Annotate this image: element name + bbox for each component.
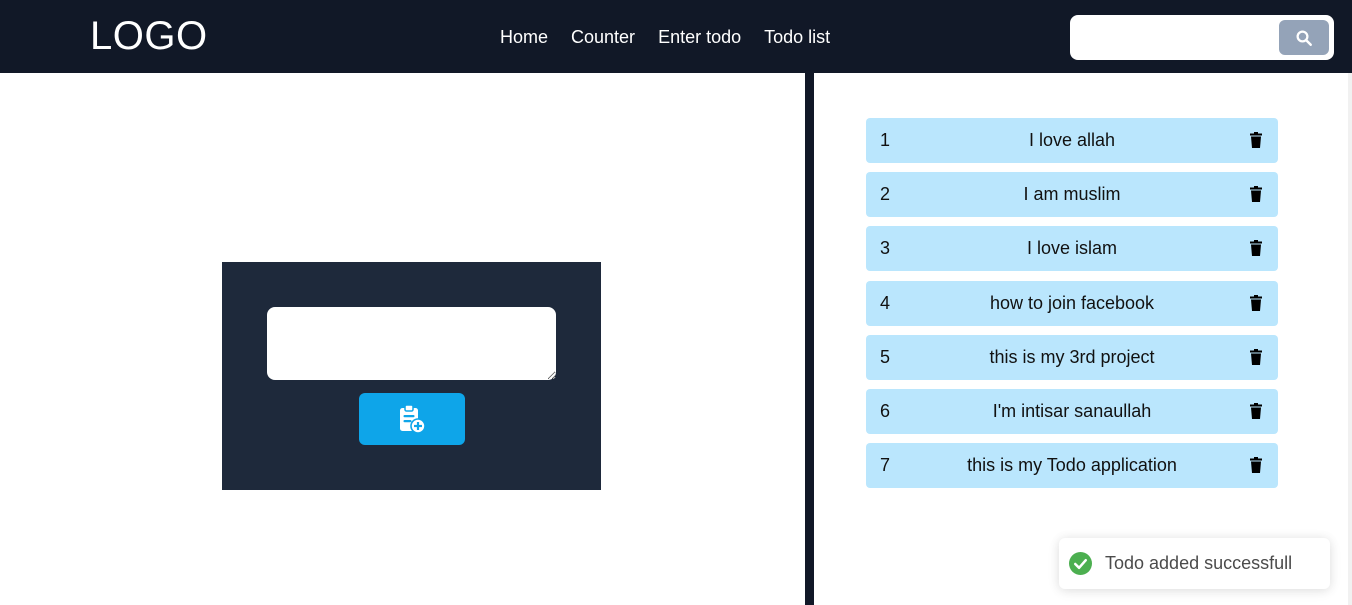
todo-text: I'm intisar sanaullah bbox=[992, 400, 1152, 421]
check-circle-icon bbox=[1069, 552, 1092, 575]
todo-item: 7 this is my Todo application bbox=[866, 443, 1278, 489]
trash-icon[interactable] bbox=[1250, 186, 1262, 203]
scrollbar bbox=[1348, 73, 1352, 605]
logo[interactable]: LOGO bbox=[90, 14, 208, 59]
search-icon bbox=[1296, 30, 1312, 46]
todo-number: 7 bbox=[880, 455, 891, 476]
todo-number: 2 bbox=[880, 184, 891, 205]
todo-item: 4 how to join facebook bbox=[866, 280, 1278, 326]
trash-icon[interactable] bbox=[1250, 402, 1262, 419]
panel-divider bbox=[805, 73, 814, 605]
todo-form bbox=[222, 262, 601, 490]
trash-icon[interactable] bbox=[1250, 132, 1262, 148]
search-input[interactable] bbox=[1080, 23, 1276, 51]
todo-number: 4 bbox=[880, 292, 891, 313]
nav-link-enter-todo[interactable]: Enter todo bbox=[658, 27, 741, 48]
toast-message: Todo added successfull bbox=[1105, 553, 1293, 573]
toast-notification[interactable]: Todo added successfull bbox=[1059, 538, 1330, 589]
todo-text: how to join facebook bbox=[989, 292, 1155, 313]
todo-number: 3 bbox=[880, 238, 891, 259]
todo-item: 3 I love islam bbox=[866, 226, 1278, 272]
todo-item: 2 I am muslim bbox=[866, 172, 1278, 218]
todo-text: this is my 3rd project bbox=[989, 346, 1155, 367]
todo-number: 1 bbox=[880, 130, 891, 150]
search-box bbox=[1070, 15, 1334, 60]
nav-link-home[interactable]: Home bbox=[500, 27, 548, 48]
trash-icon[interactable] bbox=[1250, 294, 1262, 311]
todo-text: this is my Todo application bbox=[967, 455, 1177, 476]
nav-link-todo-list[interactable]: Todo list bbox=[764, 27, 830, 48]
todo-text: I love islam bbox=[1026, 238, 1118, 259]
todo-text: I love allah bbox=[1028, 130, 1116, 150]
todo-item: 6 I'm intisar sanaullah bbox=[866, 388, 1278, 434]
add-todo-button[interactable] bbox=[359, 393, 465, 445]
todo-list: 1 I love allah 2 I am muslim 3 I love is… bbox=[866, 118, 1278, 497]
search-button[interactable] bbox=[1279, 20, 1329, 55]
trash-icon[interactable] bbox=[1250, 457, 1262, 474]
trash-icon[interactable] bbox=[1250, 240, 1262, 257]
todo-item: 5 this is my 3rd project bbox=[866, 334, 1278, 380]
nav-link-counter[interactable]: Counter bbox=[571, 27, 635, 48]
nav-links: Home Counter Enter todo Todo list bbox=[500, 27, 853, 48]
todo-number: 5 bbox=[880, 346, 891, 367]
todo-number: 6 bbox=[880, 400, 891, 421]
todo-text: I am muslim bbox=[1023, 184, 1121, 205]
clipboard-add-icon bbox=[400, 404, 426, 434]
todo-textarea[interactable] bbox=[267, 307, 556, 380]
trash-icon[interactable] bbox=[1250, 348, 1262, 365]
todo-item: 1 I love allah bbox=[866, 118, 1278, 163]
navbar: LOGO Home Counter Enter todo Todo list bbox=[0, 0, 1352, 73]
